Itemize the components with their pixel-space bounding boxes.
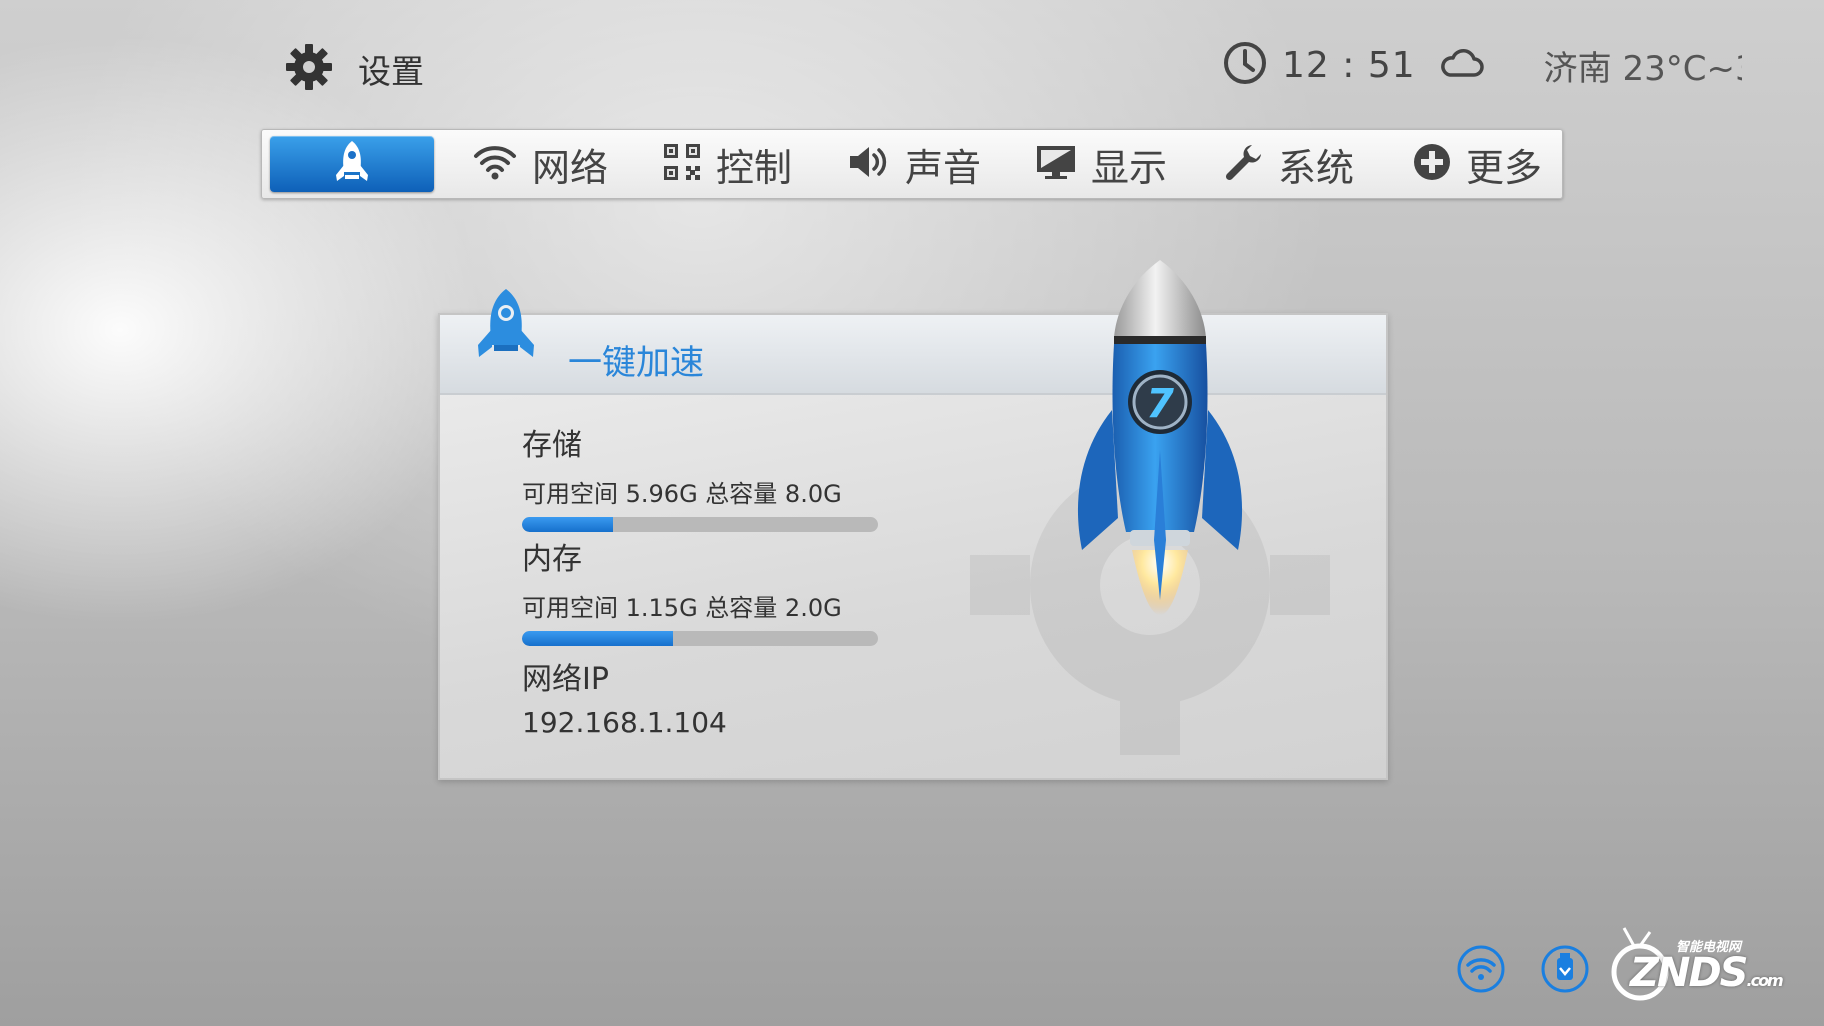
storage-progress-fill bbox=[522, 517, 613, 532]
plus-circle-icon bbox=[1412, 142, 1452, 186]
rocket-icon bbox=[332, 139, 372, 189]
tab-speedup[interactable] bbox=[270, 136, 434, 192]
wifi-icon bbox=[472, 142, 518, 186]
storage-detail: 可用空间 5.96G 总容量 8.0G bbox=[522, 480, 842, 508]
cloud-icon bbox=[1438, 47, 1484, 83]
network-ip: 192.168.1.104 bbox=[522, 706, 727, 739]
page-title: 设置 bbox=[358, 52, 424, 91]
tab-label: 显示 bbox=[1091, 145, 1168, 190]
clock-icon bbox=[1222, 40, 1268, 90]
tab-display[interactable]: 显示 bbox=[1035, 130, 1167, 198]
network-title: 网络IP bbox=[522, 662, 609, 697]
speedup-rocket-button[interactable]: 7 bbox=[1060, 250, 1260, 684]
tab-label: 更多 bbox=[1466, 145, 1543, 190]
logo-suffix: .com bbox=[1746, 971, 1784, 990]
status-area: 12 : 51 济南 23°C~3 bbox=[1222, 40, 1742, 90]
tab-bar: 网络 控制 声音 显示 系统 更多 bbox=[261, 129, 1563, 199]
tab-label: 网络 bbox=[532, 145, 609, 190]
tab-control[interactable]: 控制 bbox=[662, 130, 792, 198]
weather-text: 济南 23°C~3 bbox=[1543, 48, 1742, 89]
tab-system[interactable]: 系统 bbox=[1224, 130, 1354, 198]
panel-title: 一键加速 bbox=[568, 343, 704, 383]
page-header: 设置 bbox=[284, 42, 424, 96]
memory-progress-bar bbox=[522, 631, 878, 646]
logo-brand: ZNDS bbox=[1630, 950, 1748, 996]
tab-label: 系统 bbox=[1278, 145, 1355, 190]
usb-status-icon bbox=[1540, 944, 1590, 998]
memory-detail: 可用空间 1.15G 总容量 2.0G bbox=[522, 594, 842, 622]
gear-icon bbox=[284, 42, 334, 96]
storage-progress-bar bbox=[522, 517, 878, 532]
wifi-status-icon bbox=[1456, 944, 1506, 998]
clock-time: 12 : 51 bbox=[1282, 44, 1416, 86]
tab-label: 声音 bbox=[905, 145, 982, 190]
logo-text: ZNDS.com bbox=[1630, 950, 1784, 996]
tab-sound[interactable]: 声音 bbox=[847, 130, 981, 198]
rocket-badge: 7 bbox=[1146, 381, 1174, 427]
storage-title: 存储 bbox=[522, 428, 582, 463]
znds-logo: 智能电视网 ZNDS.com bbox=[1610, 924, 1784, 1002]
speaker-icon bbox=[847, 142, 891, 186]
network-info: 网络IP 192.168.1.104 bbox=[522, 654, 727, 739]
storage-info: 存储 可用空间 5.96G 总容量 8.0G bbox=[522, 420, 878, 532]
memory-title: 内存 bbox=[522, 542, 582, 577]
tab-more[interactable]: 更多 bbox=[1412, 130, 1542, 198]
panel-rocket-icon bbox=[470, 285, 542, 369]
tab-label: 控制 bbox=[716, 145, 793, 190]
qrcode-icon bbox=[662, 142, 702, 186]
memory-info: 内存 可用空间 1.15G 总容量 2.0G bbox=[522, 534, 878, 646]
memory-progress-fill bbox=[522, 631, 674, 646]
tab-network[interactable]: 网络 bbox=[472, 130, 608, 198]
monitor-icon bbox=[1035, 142, 1077, 186]
wrench-icon bbox=[1224, 142, 1264, 186]
